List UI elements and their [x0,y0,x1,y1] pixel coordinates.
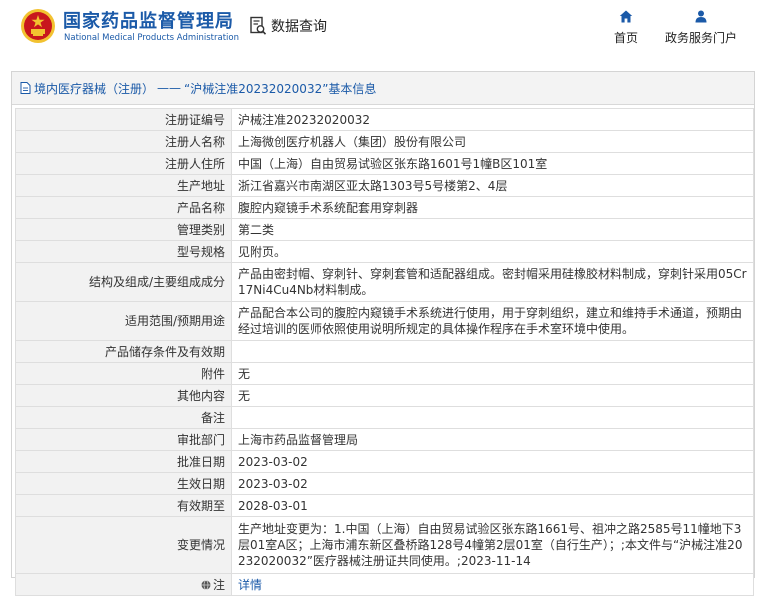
row-label: 结构及组成/主要组成成分 [15,262,232,302]
table-row: 产品名称 腹腔内窥镜手术系统配套用穿刺器 [15,196,754,219]
note-label: 注 [212,577,225,592]
row-label: 注册证编号 [15,108,232,131]
row-label: 有效期至 [15,494,232,517]
details-link[interactable]: 详情 [238,578,262,592]
user-icon [695,10,707,23]
row-label: 其他内容 [15,384,232,407]
row-value [231,406,754,429]
table-row: 注册人住所 中国（上海）自由贸易试验区张东路1601号1幢B区101室 [15,152,754,175]
row-label: 注册人住所 [15,152,232,175]
row-value: 浙江省嘉兴市南湖区亚太路1303号5号楼第2、4层 [231,174,754,197]
row-value: 第二类 [231,218,754,241]
breadcrumb-separator: —— [157,81,182,95]
table-row: 注册证编号 沪械注准20232020032 [15,108,754,131]
row-value: 上海微创医疗机器人（集团）股份有限公司 [231,130,754,153]
row-value: 生产地址变更为：1.中国（上海）自由贸易试验区张东路1661号、祖冲之路2585… [231,516,754,574]
data-query-link[interactable]: 数据查询 [249,14,327,38]
search-document-icon [250,16,267,35]
nav-home-label: 首页 [613,31,638,45]
table-row: 结构及组成/主要组成成分 产品由密封帽、穿刺针、穿刺套管和适配器组成。密封帽采用硅… [15,262,754,302]
row-value: 腹腔内窥镜手术系统配套用穿刺器 [231,196,754,219]
table-row: 型号规格 见附页。 [15,240,754,263]
row-label: 型号规格 [15,240,232,263]
table-row: 生产地址 浙江省嘉兴市南湖区亚太路1303号5号楼第2、4层 [15,174,754,197]
table-row: 适用范围/预期用途 产品配合本公司的腹腔内窥镜手术系统进行使用，用于穿刺组织，建立… [15,301,754,341]
document-icon [20,82,31,94]
row-value: 沪械注准20232020032 [231,108,754,131]
row-value: 2023-03-02 [231,472,754,495]
row-label: 产品储存条件及有效期 [15,340,232,363]
data-query-label: 数据查询 [271,19,327,35]
row-label: 注册人名称 [15,130,232,153]
row-value: 2028-03-01 [231,494,754,517]
note-label-cell: 注 [15,573,232,596]
row-label: 生产地址 [15,174,232,197]
home-icon [619,10,633,23]
row-label: 审批部门 [15,428,232,451]
table-row: 备注 [15,406,754,429]
row-value: 无 [231,362,754,385]
row-label: 备注 [15,406,232,429]
row-label: 生效日期 [15,472,232,495]
table-row: 附件无 [15,362,754,385]
registration-info-table: 注册证编号 沪械注准20232020032 注册人名称 上海微创医疗机器人（集团）股… [15,108,754,596]
breadcrumb: 境内医疗器械（注册） —— “沪械注准20232020032”基本信息 [12,72,754,105]
row-value: 无 [231,384,754,407]
table-row: 生效日期 2023-03-02 [15,472,754,495]
site-subtitle: National Medical Products Administration [64,33,239,43]
table-row: 批准日期 2023-03-02 [15,450,754,473]
row-label: 产品名称 [15,196,232,219]
row-value: 产品由密封帽、穿刺针、穿刺套管和适配器组成。密封帽采用硅橡胶材料制成，穿刺针采用… [231,262,754,302]
row-label: 变更情况 [15,516,232,574]
breadcrumb-record: “沪械注准20232020032”基本信息 [184,81,377,96]
table-row: 产品储存条件及有效期 [15,340,754,363]
nav-service-portal[interactable]: 政务服务门户 [664,10,738,46]
note-value-cell: 详情 [231,573,754,596]
row-value: 上海市药品监督管理局 [231,428,754,451]
row-label: 附件 [15,362,232,385]
row-value: 产品配合本公司的腹腔内窥镜手术系统进行使用，用于穿刺组织，建立和维持手术通道，预… [231,301,754,341]
table-row: 审批部门 上海市药品监督管理局 [15,428,754,451]
row-value: 2023-03-02 [231,450,754,473]
row-label: 批准日期 [15,450,232,473]
table-row: 注册人名称 上海微创医疗机器人（集团）股份有限公司 [15,130,754,153]
table-row: 变更情况 生产地址变更为：1.中国（上海）自由贸易试验区张东路1661号、祖冲之路… [15,516,754,574]
site-title: 国家药品监督管理局 [63,11,234,32]
site-header: 国家药品监督管理局 National Medical Products Admi… [0,0,757,60]
breadcrumb-category[interactable]: 境内医疗器械（注册） [34,80,154,97]
table-row: 有效期至 2028-03-01 [15,494,754,517]
row-value [231,340,754,363]
nav-service-portal-label: 政务服务门户 [664,31,737,45]
nav-home[interactable]: 首页 [611,10,641,46]
row-value: 中国（上海）自由贸易试验区张东路1601号1幢B区101室 [231,152,754,175]
table-row: 管理类别 第二类 [15,218,754,241]
row-value: 见附页。 [231,240,754,263]
note-row: 注 详情 [15,573,754,596]
row-label: 适用范围/预期用途 [15,301,232,341]
globe-icon [201,579,211,590]
row-label: 管理类别 [15,218,232,241]
national-emblem-icon [21,9,55,43]
table-row: 其他内容无 [15,384,754,407]
detail-panel: 境内医疗器械（注册） —— “沪械注准20232020032”基本信息 注册证编… [11,71,755,596]
